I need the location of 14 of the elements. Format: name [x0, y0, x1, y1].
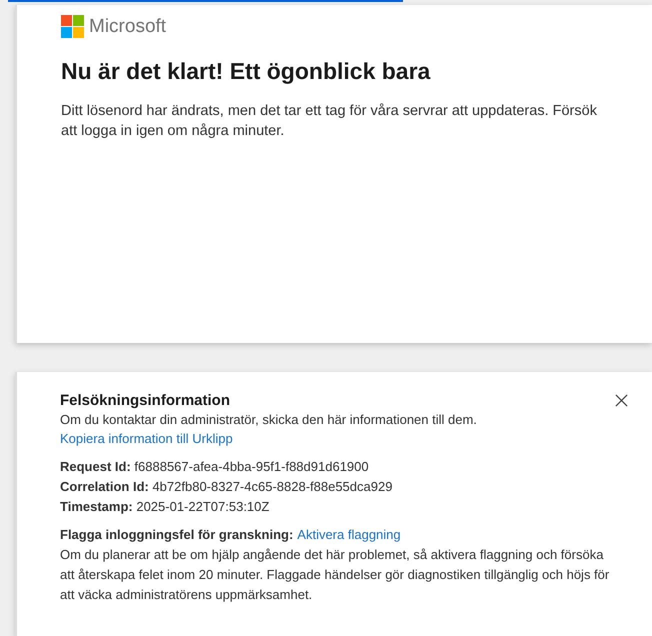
- detail-line: Correlation Id: 4b72fb80-8327-4c65-8828-f88e55dca929: [60, 478, 394, 496]
- brand-name: Microsoft: [89, 16, 166, 38]
- detail-line: Timestamp: 2025-01-22T07:53:10Z: [60, 498, 270, 516]
- panel-title: Felsökningsinformation: [60, 392, 230, 409]
- flagging-description: Om du planerar att be om hjälp angående det här problemet, så aktivera flaggning och försöka att återskapa felet inom 20 minuter. Flaggade händelser gör diagnostiken tillgänglig och höjs för att väcka administratörens uppmärksamhet.: [60, 546, 610, 604]
- copy-link[interactable]: Kopiera information till Urklipp: [60, 429, 233, 449]
- page-title: Nu är det klart! Ett ögonblick bara: [61, 58, 432, 85]
- close-icon[interactable]: [615, 394, 628, 407]
- message-text: Ditt lösenord har ändrats, men det tar ett tag för våra servrar att uppdateras. Försök att logga in igen om några minuter.: [61, 102, 598, 141]
- enable-flagging-link[interactable]: Aktivera flaggning: [297, 525, 401, 545]
- panel-description: Om du kontaktar din administratör, skicka den här informationen till dem.: [60, 411, 478, 429]
- logo-icon: [61, 15, 84, 38]
- flagging-label: Flagga inloggningsfel för granskning:: [60, 527, 294, 542]
- detail-line: Request Id: f6888567-afea-4bba-95f1-f88d91d61900: [60, 458, 370, 476]
